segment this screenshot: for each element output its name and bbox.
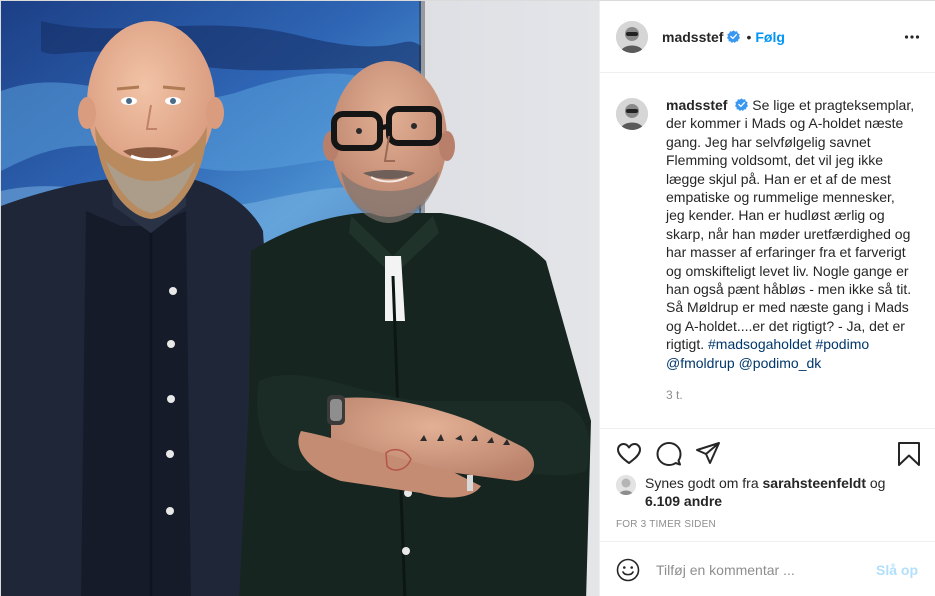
post-comment-button[interactable]: Slå op — [876, 562, 918, 578]
liker-username[interactable]: sarahsteenfeldt — [763, 475, 866, 491]
author-avatar[interactable] — [616, 20, 648, 53]
post-actions: Synes godt om fra sarahsteenfeldt og 6.1… — [600, 428, 935, 596]
separator-dot: • — [746, 28, 752, 45]
caption-area: madsstef Se lige et pragteksemplar, der … — [600, 74, 935, 428]
mention-link[interactable]: @podimo_dk — [739, 355, 822, 371]
smiley-icon[interactable] — [616, 558, 640, 582]
likes-conjunction: og — [869, 475, 886, 491]
hashtag-link[interactable]: #madsogaholdet — [708, 336, 812, 352]
follow-button[interactable]: Følg — [755, 29, 785, 45]
verified-badge-icon — [727, 30, 741, 43]
likes-summary: Synes godt om fra sarahsteenfeldt og 6.1… — [616, 474, 916, 510]
caption-body: madsstef Se lige et pragteksemplar, der … — [666, 96, 916, 428]
more-options-icon[interactable] — [904, 29, 920, 45]
heart-icon[interactable] — [616, 441, 642, 467]
comment-bubble-icon[interactable] — [656, 441, 682, 467]
bookmark-icon[interactable] — [896, 441, 922, 467]
caption-time-ago: 3 t. — [666, 388, 683, 403]
likes-others-count[interactable]: 6.109 andre — [645, 493, 722, 509]
paper-plane-icon[interactable] — [695, 441, 721, 467]
post-timestamp[interactable]: FOR 3 TIMER SIDEN — [616, 519, 716, 530]
action-icon-row — [616, 441, 920, 467]
avatar-image — [616, 475, 636, 495]
liker-avatar[interactable] — [616, 475, 636, 495]
caption-avatar[interactable] — [616, 98, 648, 130]
comment-input[interactable] — [656, 562, 856, 578]
post-photo[interactable] — [1, 1, 599, 596]
post-photo-illustration — [1, 1, 599, 596]
post-header: madsstef • Følg — [600, 1, 935, 73]
hashtag-link[interactable]: #podimo — [815, 336, 869, 352]
add-comment-bar: Slå op — [600, 541, 935, 596]
author-username[interactable]: madsstef — [662, 29, 723, 45]
caption-text: madsstef Se lige et pragteksemplar, der … — [666, 96, 916, 372]
caption-username[interactable]: madsstef — [666, 97, 727, 113]
avatar-image — [616, 98, 648, 130]
mention-link[interactable]: @fmoldrup — [666, 355, 735, 371]
post-side-panel: madsstef • Følg madsstef Se lige et prag… — [599, 1, 935, 596]
likes-text: Synes godt om fra sarahsteenfeldt og 6.1… — [645, 474, 916, 510]
likes-prefix: Synes godt om fra — [645, 475, 759, 491]
avatar-image — [616, 20, 648, 53]
instagram-post: madsstef • Følg madsstef Se lige et prag… — [0, 0, 935, 596]
verified-badge-icon — [735, 98, 749, 111]
caption-body-text: Se lige et pragteksemplar, der kommer i … — [666, 97, 915, 353]
